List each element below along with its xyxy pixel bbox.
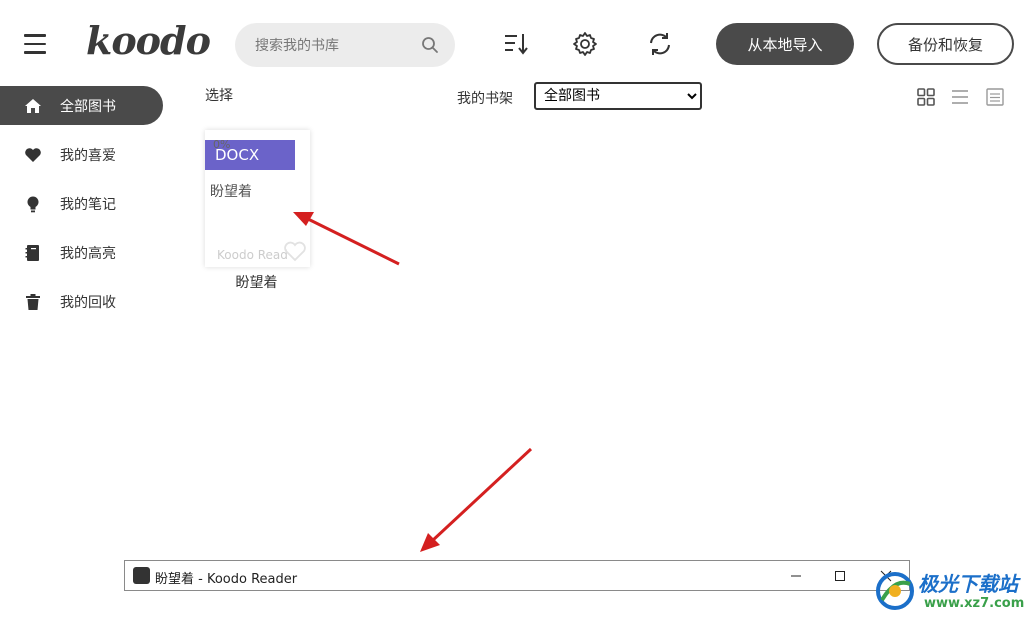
app-logo: koodo: [86, 18, 211, 63]
maximize-icon: [835, 570, 845, 581]
annotation-arrow: [430, 447, 533, 543]
grid-view-icon[interactable]: [916, 87, 936, 107]
annotation-arrowhead: [420, 533, 440, 552]
trash-icon: [24, 293, 42, 311]
watermark-url: www.xz7.com: [924, 596, 1025, 611]
search-input[interactable]: [255, 35, 415, 57]
sidebar-item-highlights[interactable]: 我的高亮: [0, 233, 170, 272]
sidebar-item-all-books[interactable]: 全部图书: [0, 86, 163, 125]
book-card[interactable]: DOCX 0% 盼望着 Koodo Reader: [205, 130, 310, 267]
cover-list-view-icon[interactable]: [985, 87, 1005, 107]
sidebar-item-favorites[interactable]: 我的喜爱: [0, 135, 170, 174]
cover-title: 盼望着: [210, 184, 252, 200]
sidebar-item-label: 我的喜爱: [60, 147, 116, 164]
watermark-title: 极光下载站: [918, 572, 1018, 596]
sidebar-item-notes[interactable]: 我的笔记: [0, 184, 170, 223]
list-view-icon[interactable]: [950, 87, 970, 107]
select-mode-button[interactable]: 选择: [205, 85, 233, 105]
backup-restore-button[interactable]: 备份和恢复: [877, 23, 1014, 65]
sort-icon[interactable]: [502, 30, 530, 58]
cover-brand: Koodo Reader: [217, 248, 287, 262]
watermark: 极光下载站 www.xz7.com: [874, 566, 1029, 616]
sidebar-item-label: 全部图书: [60, 98, 116, 115]
reading-progress: 0%: [213, 138, 231, 151]
sidebar-item-label: 我的回收: [60, 294, 116, 311]
book-title[interactable]: 盼望着: [205, 272, 308, 292]
search-icon[interactable]: [421, 36, 439, 54]
minimize-button[interactable]: [773, 561, 819, 590]
window-titlebar[interactable]: 盼望着 - Koodo Reader: [124, 560, 910, 591]
shelf-select[interactable]: 全部图书: [534, 82, 702, 110]
lightbulb-icon: [24, 195, 42, 213]
settings-gear-icon[interactable]: [571, 30, 599, 58]
sidebar-item-label: 我的笔记: [60, 196, 116, 213]
menu-icon[interactable]: [24, 34, 46, 54]
maximize-button[interactable]: [817, 561, 863, 590]
search-box[interactable]: [235, 23, 455, 67]
notebook-icon: [24, 244, 42, 262]
sidebar: 全部图书 我的喜爱 我的笔记 我的高亮 我的回收: [0, 86, 170, 331]
annotation-arrow: [307, 217, 400, 266]
koodo-app-icon: [133, 567, 150, 584]
window-title: 盼望着 - Koodo Reader: [155, 572, 298, 587]
watermark-logo-icon: [876, 572, 914, 610]
sync-icon[interactable]: [646, 30, 674, 58]
minimize-icon: [791, 575, 801, 576]
sidebar-item-label: 我的高亮: [60, 245, 116, 262]
favorite-heart-icon[interactable]: [283, 240, 307, 262]
heart-icon: [24, 146, 42, 164]
import-local-button[interactable]: 从本地导入: [716, 23, 854, 65]
shelf-label: 我的书架: [457, 91, 513, 107]
home-icon: [24, 97, 42, 115]
sidebar-item-trash[interactable]: 我的回收: [0, 282, 170, 321]
